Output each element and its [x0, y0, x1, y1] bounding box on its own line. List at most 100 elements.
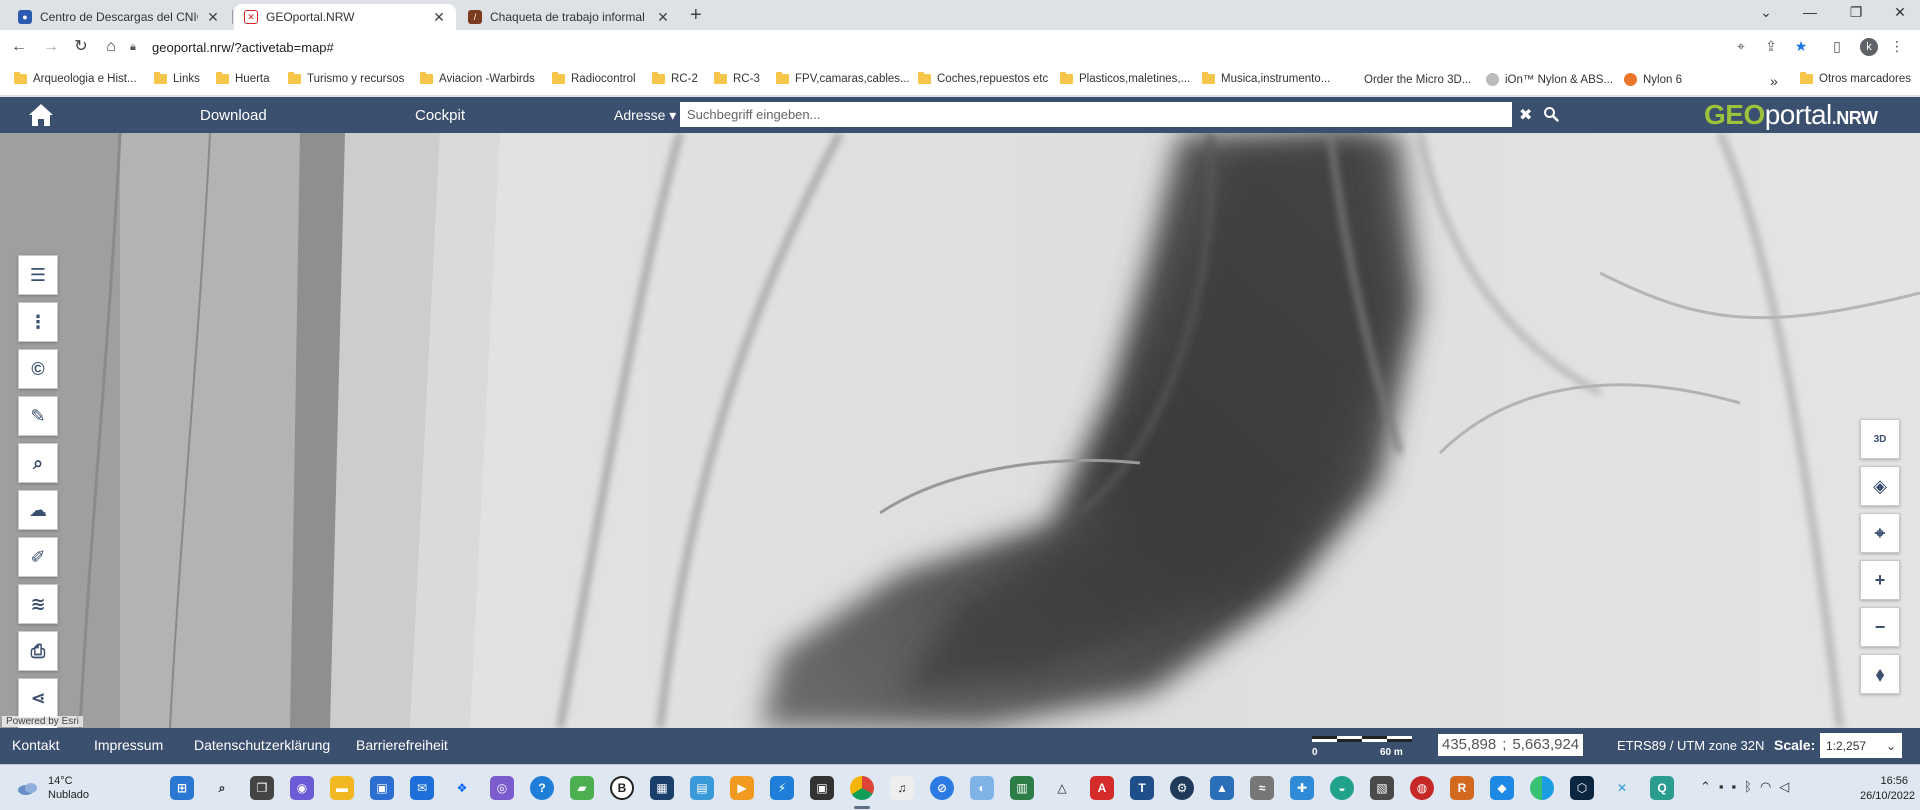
bookmark-folder[interactable]: Radiocontrol [552, 72, 636, 85]
app-icon[interactable]: ◒ [1330, 776, 1354, 800]
app-icon[interactable]: ≈ [1250, 776, 1274, 800]
app-icon[interactable]: ⬡ [1570, 776, 1594, 800]
app-icon[interactable]: ▣ [810, 776, 834, 800]
bookmark-site[interactable]: Order the Micro 3D... [1345, 73, 1471, 86]
close-window-icon[interactable]: ✕ [1890, 4, 1910, 21]
tray-app-icon[interactable]: ▪ [1719, 779, 1724, 795]
back-icon[interactable]: ← [8, 36, 30, 58]
bookmark-star-icon[interactable]: ★ [1792, 38, 1810, 55]
edge-icon[interactable] [1530, 776, 1554, 800]
bookmark-folder[interactable]: Coches,repuestos etc [918, 72, 1048, 85]
reload-icon[interactable]: ↻ [70, 36, 92, 58]
app-icon[interactable]: ▧ [1370, 776, 1394, 800]
more-vertical-icon[interactable]: ⋮ [18, 302, 58, 342]
chrome-icon[interactable] [850, 776, 874, 800]
zoom-in-icon[interactable]: + [1860, 560, 1900, 600]
layers-settings-icon[interactable]: ≋ [18, 584, 58, 624]
bookmark-folder[interactable]: FPV,camaras,cables... [776, 72, 910, 85]
address-bar[interactable]: 🔒︎ geoportal.nrw/?activetab=map# [130, 34, 1750, 60]
bookmark-site[interactable]: Nylon 6 [1624, 73, 1682, 86]
tab-chaqueta[interactable]: / Chaqueta de trabajo informal cá ✕ [458, 4, 680, 30]
store-icon[interactable]: ▣ [370, 776, 394, 800]
download-link[interactable]: Download [200, 107, 267, 124]
app-icon[interactable]: ◍ [1410, 776, 1434, 800]
map-view[interactable]: ☰ ⋮ © ✎ ⌕ ☁ ✐ ≋ ⎙ ⋖ ? 3D ◈ ⌖ + − ⬧ Power… [0, 133, 1920, 728]
zoom-out-icon[interactable]: − [1860, 607, 1900, 647]
cockpit-link[interactable]: Cockpit [415, 107, 465, 124]
weather-widget[interactable]: 14°C Nublado [16, 774, 89, 802]
pdf-icon[interactable]: A [1090, 776, 1114, 800]
app-icon[interactable]: ▦ [650, 776, 674, 800]
list-icon[interactable]: ☰ [18, 255, 58, 295]
profile-avatar[interactable]: k [1860, 38, 1878, 56]
3d-view-icon[interactable]: 3D [1860, 419, 1900, 459]
share-icon[interactable]: ⋖ [18, 678, 58, 718]
close-icon[interactable]: ✕ [206, 9, 220, 26]
bookmark-folder[interactable]: Turismo y recursos [288, 72, 404, 85]
close-icon[interactable]: ✕ [656, 9, 670, 26]
app-icon[interactable]: △ [1050, 776, 1074, 800]
copyright-icon[interactable]: © [18, 349, 58, 389]
tab-search-icon[interactable]: ⌄ [1756, 4, 1776, 21]
windows-start-icon[interactable]: ⊞ [170, 776, 194, 800]
cloud-download-icon[interactable]: ☁ [18, 490, 58, 530]
mail-icon[interactable]: ✉ [410, 776, 434, 800]
bookmark-site[interactable]: iOn™ Nylon & ABS... [1486, 73, 1613, 86]
bookmark-folder[interactable]: Plasticos,maletines,... [1060, 72, 1190, 85]
app-icon[interactable]: ◐ [970, 776, 994, 800]
app-icon[interactable]: ⚡ [770, 776, 794, 800]
location-icon[interactable]: ⌖ [1732, 38, 1750, 55]
music-icon[interactable]: ♫ [890, 776, 914, 800]
compass-icon[interactable]: ⬧ [1860, 654, 1900, 694]
search-icon[interactable] [1543, 106, 1559, 122]
chevron-up-icon[interactable]: ⌃ [1700, 779, 1711, 795]
scale-select[interactable]: 1:2,257 ⌄ [1820, 733, 1902, 758]
new-tab-button[interactable]: + [690, 4, 702, 27]
app-icon[interactable]: T [1130, 776, 1154, 800]
task-view-icon[interactable]: ❐ [250, 776, 274, 800]
help-app-icon[interactable]: ? [530, 776, 554, 800]
app-icon[interactable]: ✚ [1290, 776, 1314, 800]
search-input[interactable] [680, 102, 1512, 127]
dropbox-icon[interactable]: ❖ [450, 776, 474, 800]
kontakt-link[interactable]: Kontakt [12, 737, 59, 753]
pencil-icon[interactable]: ✐ [18, 537, 58, 577]
impressum-link[interactable]: Impressum [94, 737, 163, 753]
photos-icon[interactable]: ▲ [1210, 776, 1234, 800]
clear-search-icon[interactable]: ✖ [1519, 105, 1532, 125]
bookmark-folder[interactable]: RC-2 [652, 72, 698, 85]
spreadsheet-icon[interactable]: ▥ [1010, 776, 1034, 800]
minimize-icon[interactable]: — [1800, 4, 1820, 20]
search-type-dropdown[interactable]: Adresse ▾ [614, 107, 676, 124]
app-icon[interactable]: ⚙ [1170, 776, 1194, 800]
browser-menu-icon[interactable]: ⋮ [1888, 38, 1906, 55]
home-browser-icon[interactable]: ⌂ [100, 36, 122, 58]
tab-cnig[interactable]: ● Centro de Descargas del CNIG (I ✕ [8, 4, 230, 30]
tab-geoportal[interactable]: ✕ GEOportal.NRW ✕ [234, 4, 456, 30]
search-taskbar-icon[interactable]: ⌕ [210, 776, 234, 800]
locate-icon[interactable]: ⌖ [1860, 513, 1900, 553]
forward-icon[interactable]: → [40, 36, 62, 58]
barrierefreiheit-link[interactable]: Barrierefreiheit [356, 737, 448, 753]
app-icon[interactable]: Q [1650, 776, 1674, 800]
bookmark-folder[interactable]: Musica,instrumento... [1202, 72, 1330, 85]
share-page-icon[interactable]: ⇪ [1762, 38, 1780, 55]
b-app-icon[interactable]: B [610, 776, 634, 800]
home-icon[interactable] [28, 103, 54, 127]
bookmark-folder[interactable]: Arqueologia e Hist... [14, 72, 137, 85]
bookmark-folder[interactable]: Huerta [216, 72, 270, 85]
other-bookmarks-folder[interactable]: Otros marcadores [1800, 72, 1911, 85]
tray-app-icon[interactable]: ▪ [1732, 779, 1737, 795]
bookmark-folder[interactable]: RC-3 [714, 72, 760, 85]
app-icon[interactable]: ◎ [490, 776, 514, 800]
bluetooth-icon[interactable]: ᛒ [1744, 779, 1752, 795]
system-clock[interactable]: 16:56 26/10/2022 [1860, 774, 1915, 804]
app-icon[interactable]: ✕ [1610, 776, 1634, 800]
document-search-icon[interactable]: ⌕ [18, 443, 58, 483]
file-explorer-icon[interactable]: ▬ [330, 776, 354, 800]
wifi-icon[interactable]: ◠ [1760, 779, 1771, 795]
volume-icon[interactable]: ◁ [1779, 779, 1789, 795]
app-icon[interactable]: ◆ [1490, 776, 1514, 800]
restore-icon[interactable]: ❐ [1846, 4, 1866, 21]
close-icon[interactable]: ✕ [432, 9, 446, 26]
